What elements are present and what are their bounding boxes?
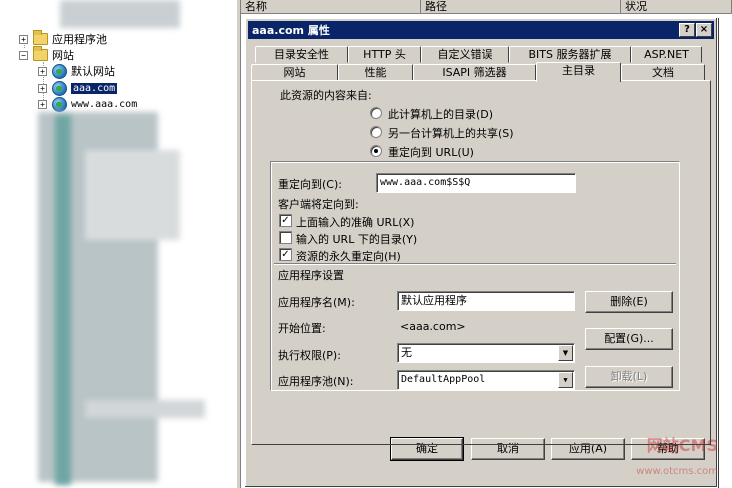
redacted-area — [85, 150, 180, 240]
watermark-url: www.otcms.com — [636, 466, 718, 477]
tree-item-app-pool[interactable]: + 应用程序池 — [19, 30, 107, 47]
separator — [274, 263, 676, 265]
tab-custom-errors[interactable]: 自定义错误 — [421, 46, 509, 63]
chevron-down-icon[interactable]: ▼ — [558, 345, 573, 361]
app-pool-select[interactable]: DefaultAppPool ▼ — [397, 370, 575, 390]
app-name-input[interactable]: 默认应用程序 — [397, 291, 575, 311]
tree-item-default-site[interactable]: + 默认网站 — [38, 63, 115, 79]
tree-item-site2[interactable]: + www.aaa.com — [38, 96, 137, 112]
checkbox-exact-url-label[interactable]: 上面输入的准确 URL(X) — [296, 214, 414, 230]
redirect-to-label: 重定向到(C): — [278, 178, 342, 191]
tree-item-label: 默认网站 — [71, 65, 115, 78]
start-point-label: 开始位置: — [278, 322, 326, 335]
expand-icon[interactable]: + — [38, 66, 47, 76]
redacted-area — [85, 400, 205, 418]
column-name[interactable]: 名称 — [241, 0, 421, 14]
expand-icon[interactable]: + — [38, 99, 47, 109]
tree-panel: + 应用程序池 − 网站 + 默认网站 + aaa.com + www.aaa.… — [0, 0, 236, 488]
tab-documents[interactable]: 文档 — [621, 64, 705, 81]
tab-performance[interactable]: 性能 — [338, 64, 413, 81]
checkbox-below-url-label[interactable]: 输入的 URL 下的目录(Y) — [296, 231, 417, 247]
tab-http-headers[interactable]: HTTP 头 — [348, 46, 421, 63]
app-settings-label: 应用程序设置 — [278, 269, 344, 282]
app-name-label: 应用程序名(M): — [278, 296, 355, 309]
remove-button[interactable]: 删除(E) — [585, 291, 673, 313]
configure-button[interactable]: 配置(G)... — [585, 328, 673, 350]
column-status[interactable]: 状况 — [621, 0, 732, 14]
radio-network-share-label[interactable]: 另一台计算机上的共享(S) — [388, 125, 514, 141]
app-pool-value: DefaultAppPool — [401, 374, 486, 385]
redacted-area — [60, 0, 180, 28]
radio-local-directory[interactable] — [370, 107, 382, 119]
checkbox-exact-url[interactable]: ✓ — [279, 214, 292, 227]
tab-isapi-filters[interactable]: ISAPI 筛选器 — [413, 64, 536, 81]
redirect-url-input[interactable]: www.aaa.com$S$Q — [376, 173, 576, 193]
exec-permissions-select[interactable]: 无 ▼ — [397, 343, 575, 363]
globe-icon — [52, 63, 67, 79]
checkbox-permanent-redirect-label[interactable]: 资源的永久重定向(H) — [296, 248, 401, 264]
exec-permissions-value: 无 — [401, 346, 412, 359]
tab-panel-home-directory: 此资源的内容来自: 此计算机上的目录(D) 另一台计算机上的共享(S) 重定向到… — [251, 80, 711, 445]
folder-icon — [33, 30, 48, 45]
tree-item-websites[interactable]: − 网站 — [19, 46, 74, 63]
tab-directory-security[interactable]: 目录安全性 — [255, 46, 348, 63]
tree-item-label: www.aaa.com — [71, 98, 138, 110]
expand-icon[interactable]: + — [38, 83, 47, 93]
close-button[interactable]: × — [696, 23, 712, 37]
radio-local-directory-label[interactable]: 此计算机上的目录(D) — [388, 106, 493, 122]
checkbox-below-url[interactable] — [279, 231, 292, 244]
tree-item-label: 网站 — [52, 49, 74, 62]
folder-icon — [33, 46, 48, 61]
exec-permissions-label: 执行权限(P): — [278, 349, 341, 362]
tab-website[interactable]: 网站 — [251, 64, 338, 81]
radio-redirect-url-label[interactable]: 重定向到 URL(U) — [388, 144, 474, 160]
expand-icon[interactable]: + — [19, 34, 28, 44]
splitter[interactable] — [236, 0, 241, 488]
radio-redirect-url[interactable] — [370, 145, 382, 157]
column-path[interactable]: 路径 — [421, 0, 621, 14]
help-title-button[interactable]: ? — [679, 23, 695, 37]
properties-dialog: aaa.com 属性 ? × 目录安全性 HTTP 头 自定义错误 BITS 服… — [244, 17, 718, 488]
globe-icon — [52, 96, 67, 112]
tab-home-directory[interactable]: 主目录 — [536, 62, 621, 82]
chevron-down-icon[interactable]: ▼ — [558, 372, 573, 388]
dialog-titlebar[interactable]: aaa.com 属性 ? × — [248, 21, 714, 39]
redacted-area — [55, 115, 71, 485]
app-pool-label: 应用程序池(N): — [278, 375, 354, 388]
unload-button[interactable]: 卸载(L) — [585, 366, 673, 388]
checkbox-permanent-redirect[interactable]: ✓ — [279, 248, 292, 261]
content-source-label: 此资源的内容来自: — [280, 89, 372, 102]
dialog-title: aaa.com 属性 — [252, 24, 330, 37]
start-point-value: <aaa.com> — [400, 320, 466, 333]
tree-item-label: 应用程序池 — [52, 33, 107, 46]
collapse-icon[interactable]: − — [19, 50, 28, 60]
client-redirect-label: 客户端将定向到: — [278, 198, 359, 211]
list-header: 名称 路径 状况 — [241, 0, 732, 14]
tab-aspnet[interactable]: ASP.NET — [631, 46, 702, 63]
radio-network-share[interactable] — [370, 126, 382, 138]
tab-bits-extensions[interactable]: BITS 服务器扩展 — [509, 46, 631, 63]
tree-item-site1[interactable]: + aaa.com — [38, 80, 118, 96]
tree-item-label: aaa.com — [71, 82, 118, 94]
globe-icon — [52, 80, 67, 96]
